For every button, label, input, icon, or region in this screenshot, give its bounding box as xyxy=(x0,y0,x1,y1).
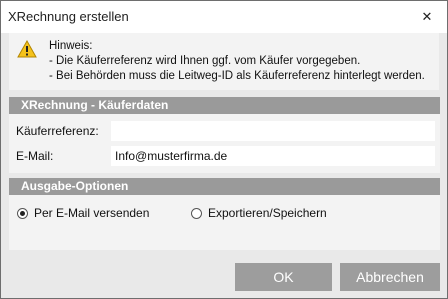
radio-email-indicator[interactable] xyxy=(17,207,28,219)
ok-button[interactable]: OK xyxy=(235,263,332,291)
radio-email-label: Per E-Mail versenden xyxy=(34,206,150,220)
radio-export[interactable]: Exportieren/Speichern xyxy=(191,206,327,220)
email-label: E-Mail: xyxy=(16,149,54,163)
hint-title: Hinweis: xyxy=(49,40,93,52)
buyer-panel: Käuferreferenz: E-Mail: xyxy=(9,114,440,173)
close-icon[interactable]: ✕ xyxy=(415,5,439,29)
radio-export-indicator[interactable] xyxy=(191,207,202,219)
dialog-window: XRechnung erstellen ✕ Hinweis: - Die Käu… xyxy=(0,0,448,299)
title-bar: XRechnung erstellen ✕ xyxy=(1,1,447,33)
reference-label: Käuferreferenz: xyxy=(16,124,99,138)
radio-export-label: Exportieren/Speichern xyxy=(208,206,327,220)
reference-input[interactable] xyxy=(111,121,435,141)
section-header-output: Ausgabe-Optionen xyxy=(9,178,440,195)
output-panel: Per E-Mail versenden Exportieren/Speiche… xyxy=(9,195,440,250)
radio-email[interactable]: Per E-Mail versenden xyxy=(17,206,149,220)
warning-icon xyxy=(17,40,37,58)
button-bar: OK Abbrechen xyxy=(1,263,447,298)
email-input[interactable] xyxy=(111,146,435,166)
dialog-body: Hinweis: - Die Käuferreferenz wird Ihnen… xyxy=(1,33,447,263)
window-title: XRechnung erstellen xyxy=(8,9,129,24)
cancel-button[interactable]: Abbrechen xyxy=(340,263,440,291)
hint-text: Hinweis: - Die Käuferreferenz wird Ihnen… xyxy=(49,39,425,84)
hint-box: Hinweis: - Die Käuferreferenz wird Ihnen… xyxy=(9,33,439,90)
hint-line: - Bei Behörden muss die Leitweg-ID als K… xyxy=(49,70,425,82)
hint-line: - Die Käuferreferenz wird Ihnen ggf. vom… xyxy=(49,55,361,67)
section-header-buyer: XRechnung - Käuferdaten xyxy=(9,97,440,114)
